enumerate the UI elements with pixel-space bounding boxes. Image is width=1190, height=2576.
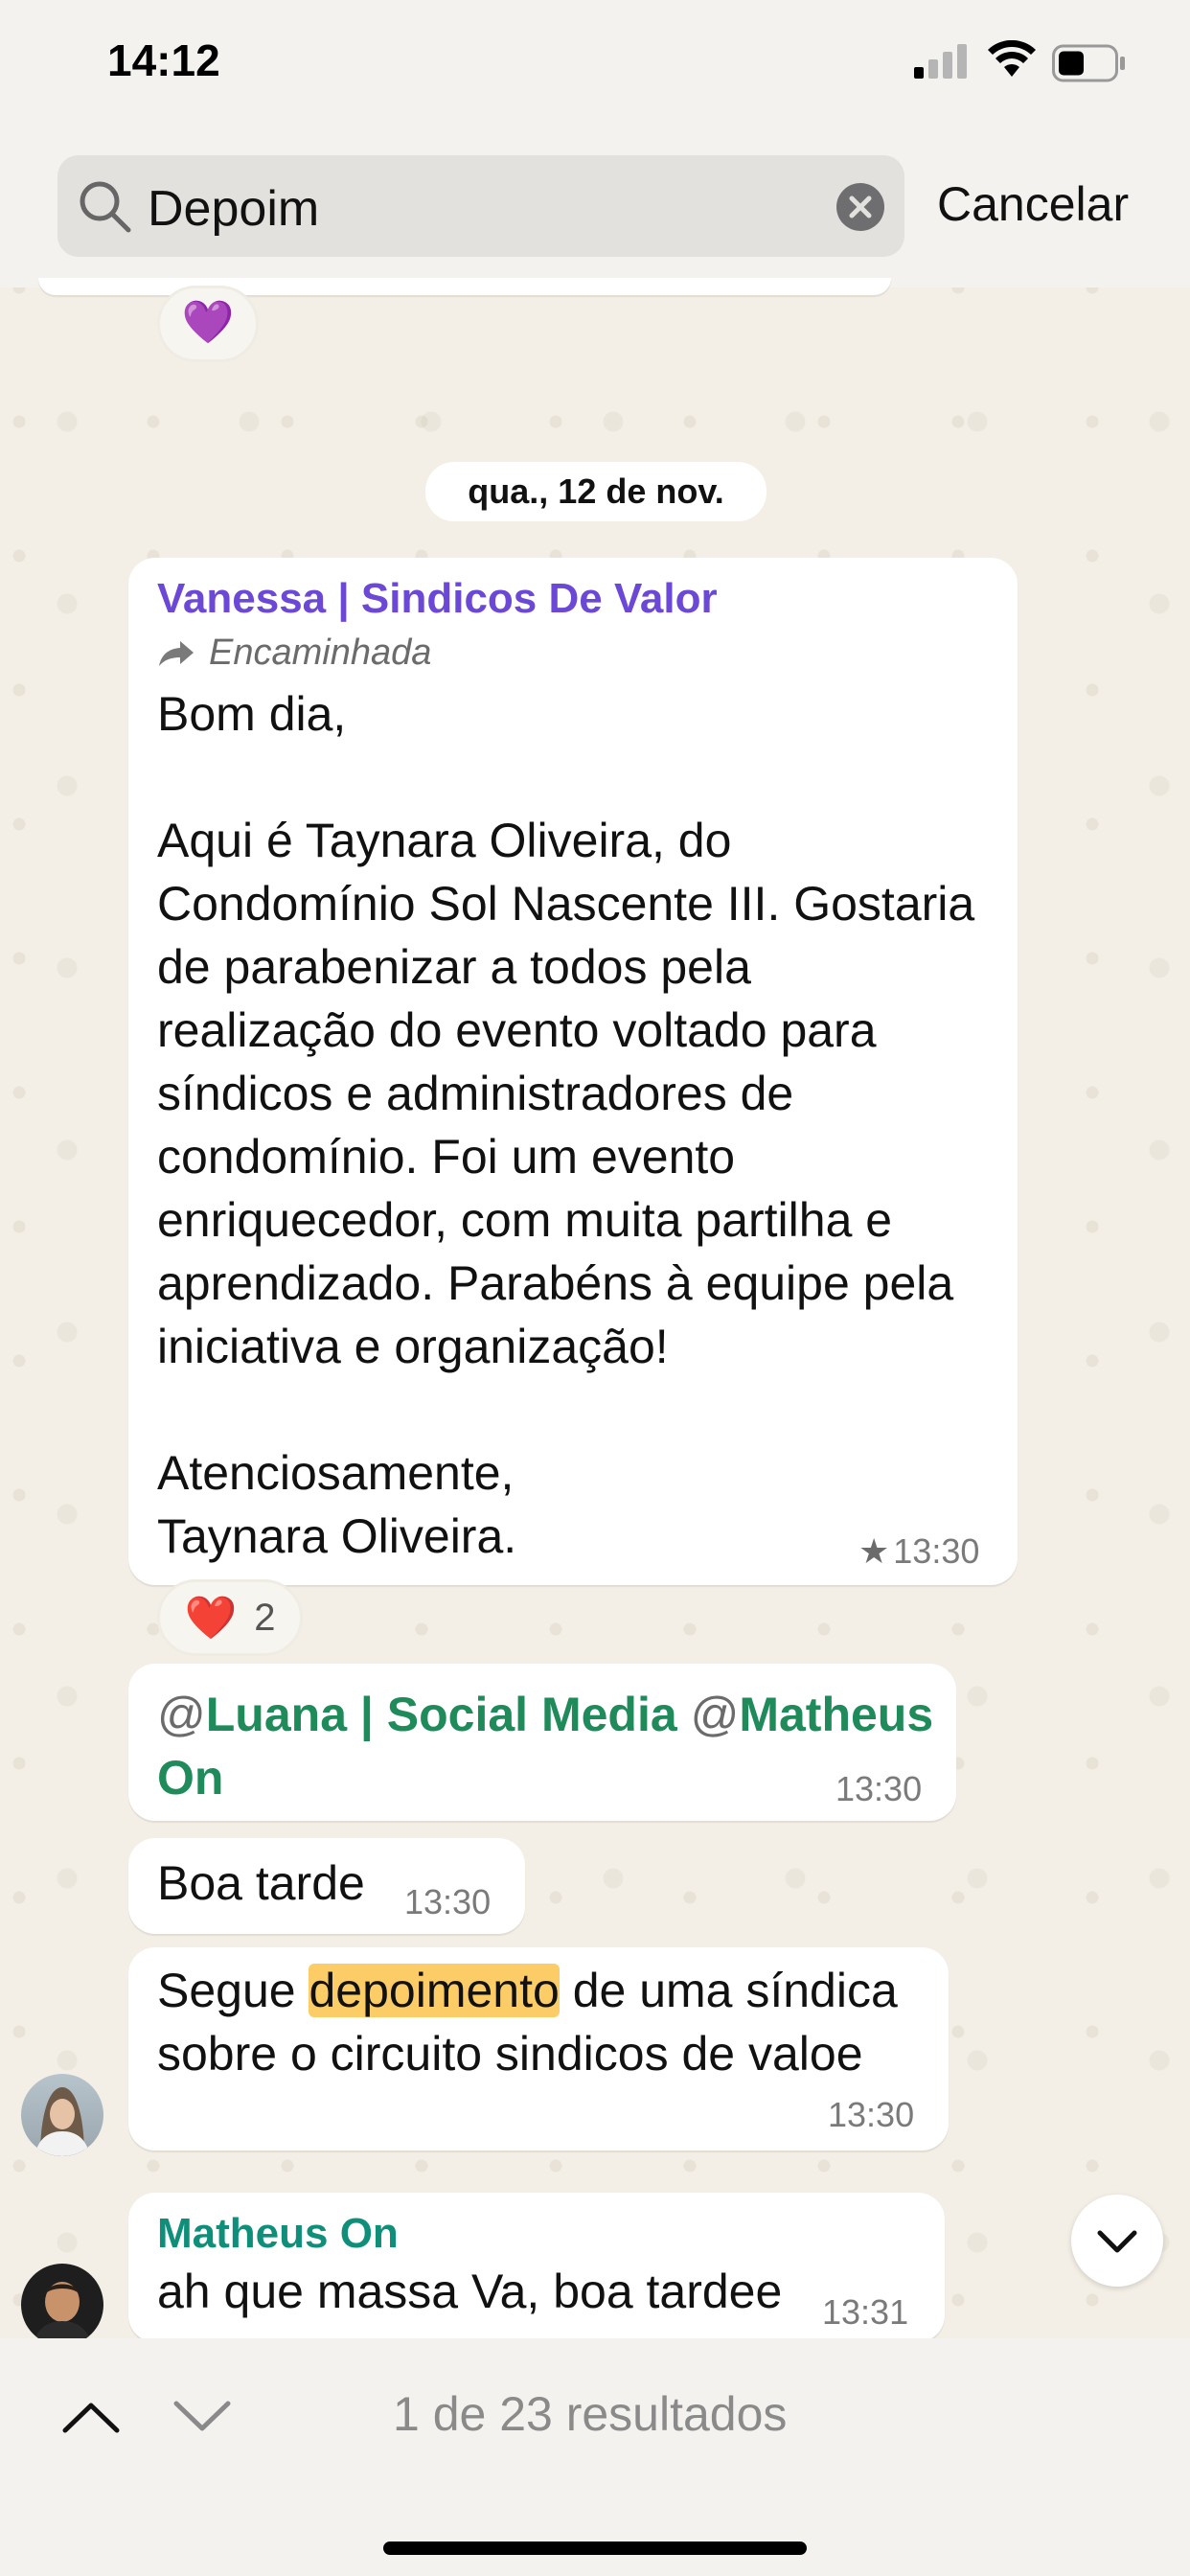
- avatar-person-icon: [34, 2087, 90, 2156]
- wifi-icon: [988, 40, 1036, 77]
- search-query: Depoim: [148, 181, 320, 237]
- forwarded-label: Encaminhada: [209, 632, 432, 673]
- message-time: 13:30: [893, 1531, 980, 1571]
- sender-avatar[interactable]: [21, 2074, 103, 2156]
- results-count: 1 de 23 resultados: [393, 2387, 788, 2441]
- message-bubble[interactable]: Boa tarde 13:30: [128, 1838, 525, 1934]
- clear-icon[interactable]: [835, 182, 885, 232]
- forwarded-label-row: Encaminhada: [157, 632, 431, 674]
- message-bubble-search-match[interactable]: Segue depoimento de uma síndica sobre o …: [128, 1947, 949, 2150]
- text-segment: de uma síndica: [559, 1964, 898, 2017]
- reaction-emoji: 💜: [181, 299, 235, 346]
- message-bubble-mentions[interactable]: @Luana | Social Media @Matheus On 13:30: [128, 1664, 956, 1821]
- chevron-down-icon[interactable]: [171, 2398, 234, 2436]
- search-header: Depoim Cancelar: [0, 134, 1190, 288]
- battery-icon: [1052, 44, 1125, 82]
- star-icon: ★: [858, 1531, 890, 1571]
- cellular-signal-icon: [914, 44, 967, 79]
- at-symbol: @: [157, 1688, 206, 1741]
- search-input[interactable]: Depoim: [57, 155, 904, 257]
- cancel-button[interactable]: Cancelar: [937, 176, 1129, 232]
- at-symbol: @: [690, 1688, 740, 1741]
- message-text: Boa tarde: [157, 1856, 365, 1910]
- search-highlight: depoimento: [309, 1964, 560, 2017]
- message-bubble[interactable]: Matheus On ah que massa Va, boa tardee 1…: [128, 2193, 945, 2342]
- message-meta: ★ 13:30: [858, 1531, 979, 1572]
- message-text: ah que massa Va, boa tardee: [157, 2265, 783, 2318]
- avatar-person-icon: [33, 2282, 92, 2346]
- date-separator: qua., 12 de nov.: [425, 462, 767, 521]
- home-indicator[interactable]: [383, 2542, 807, 2555]
- message-bubble-forwarded[interactable]: Vanessa | Sindicos De Valor Encaminhada …: [128, 558, 1018, 1585]
- search-icon: [80, 181, 131, 233]
- mention-text: @Luana | Social Media @Matheus On: [157, 1683, 943, 1809]
- text-segment: Segue: [157, 1964, 309, 2017]
- chevron-up-icon[interactable]: [59, 2398, 123, 2436]
- forward-arrow-icon: [159, 640, 194, 666]
- message-text: Segue depoimento de uma síndica: [157, 1959, 943, 2022]
- message-time: 13:31: [822, 2292, 909, 2332]
- reaction-emoji: ❤️: [184, 1595, 238, 1642]
- sender-name[interactable]: Matheus On: [157, 2210, 399, 2258]
- message-reaction[interactable]: 💜: [157, 286, 259, 362]
- mention-luana[interactable]: Luana | Social Media: [206, 1688, 677, 1741]
- message-time: 13:30: [828, 2095, 915, 2134]
- status-bar: 14:12: [0, 0, 1190, 134]
- reaction-count: 2: [254, 1596, 276, 1639]
- mention-matheus[interactable]: Matheus: [739, 1688, 933, 1741]
- search-results-bar: 1 de 23 resultados: [0, 2338, 1190, 2576]
- message-time: 13:30: [404, 1882, 492, 1921]
- mention-matheus-cont[interactable]: On: [157, 1751, 223, 1805]
- previous-message-edge: [38, 278, 891, 295]
- sender-name[interactable]: Vanessa | Sindicos De Valor: [157, 575, 718, 623]
- message-time: 13:30: [835, 1769, 923, 1808]
- message-reaction[interactable]: ❤️ 2: [157, 1579, 303, 1656]
- status-time: 14:12: [107, 35, 220, 85]
- scroll-to-bottom-button[interactable]: [1071, 2195, 1163, 2287]
- message-text: Bom dia, Aqui é Taynara Oliveira, do Con…: [157, 687, 975, 1563]
- sender-avatar[interactable]: [21, 2264, 103, 2346]
- message-text-line2: sobre o circuito sindicos de valoe: [157, 2027, 863, 2081]
- chevron-down-icon: [1097, 2230, 1137, 2253]
